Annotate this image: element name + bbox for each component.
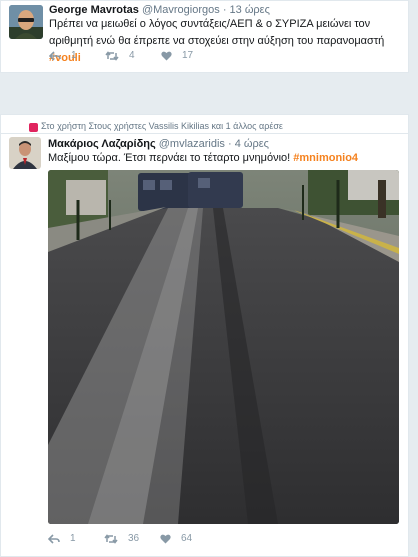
reply-button[interactable]: 1 [49,50,77,61]
retweet-button[interactable]: 36 [104,533,139,544]
tweet-actions: 1 36 64 [48,533,388,547]
tweet-photo[interactable] [48,170,399,524]
author-name[interactable]: George Mavrotas [49,4,139,16]
tweet-body: Μαξίμου τώρα. Έτσι περνάει το τέταρτο μν… [48,152,291,164]
timestamp[interactable]: 13 ώρες [230,4,270,16]
hashtag-link[interactable]: #mnimonio4 [293,152,358,164]
divider [1,133,408,134]
timestamp-separator: · [222,4,230,16]
like-icon [161,51,172,60]
reply-icon [49,50,61,61]
heart-icon [29,123,38,132]
retweet-count: 4 [129,50,135,61]
timestamp-separator: · [228,138,235,150]
reply-count: 1 [70,533,76,544]
author-name[interactable]: Μακάριος Λαζαρίδης [48,138,156,150]
street-photo-image [48,170,399,524]
author-handle[interactable]: @mvlazaridis [159,138,225,150]
like-context[interactable]: Στο χρήστη Στους χρήστες Vassilis Kikili… [41,121,283,131]
like-count: 17 [182,50,194,61]
avatar[interactable] [9,137,41,169]
tweet-actions: 1 4 17 [49,50,389,64]
avatar[interactable] [9,5,43,39]
tweet-body: Πρέπει να μειωθεί ο λόγος συντάξεις/ΑΕΠ … [49,18,385,47]
retweet-count: 36 [128,533,140,544]
tweet-card[interactable]: George Mavrotas @Mavrogiorgos · 13 ώρες … [0,0,409,73]
retweet-icon [104,533,118,544]
like-button[interactable]: 64 [160,533,192,544]
like-button[interactable]: 17 [161,50,193,61]
tweet-text: Μαξίμου τώρα. Έτσι περνάει το τέταρτο μν… [48,150,400,167]
like-icon [160,534,171,543]
reply-button[interactable]: 1 [48,533,76,544]
timestamp[interactable]: 4 ώρες [235,138,269,150]
retweet-button[interactable]: 4 [105,50,135,61]
reply-icon [48,533,60,544]
like-count: 64 [181,533,193,544]
reply-count: 1 [71,50,77,61]
tweet-card[interactable]: Στο χρήστη Στους χρήστες Vassilis Kikili… [0,114,409,557]
author-handle[interactable]: @Mavrogiorgos [142,4,220,16]
retweet-icon [105,50,119,61]
